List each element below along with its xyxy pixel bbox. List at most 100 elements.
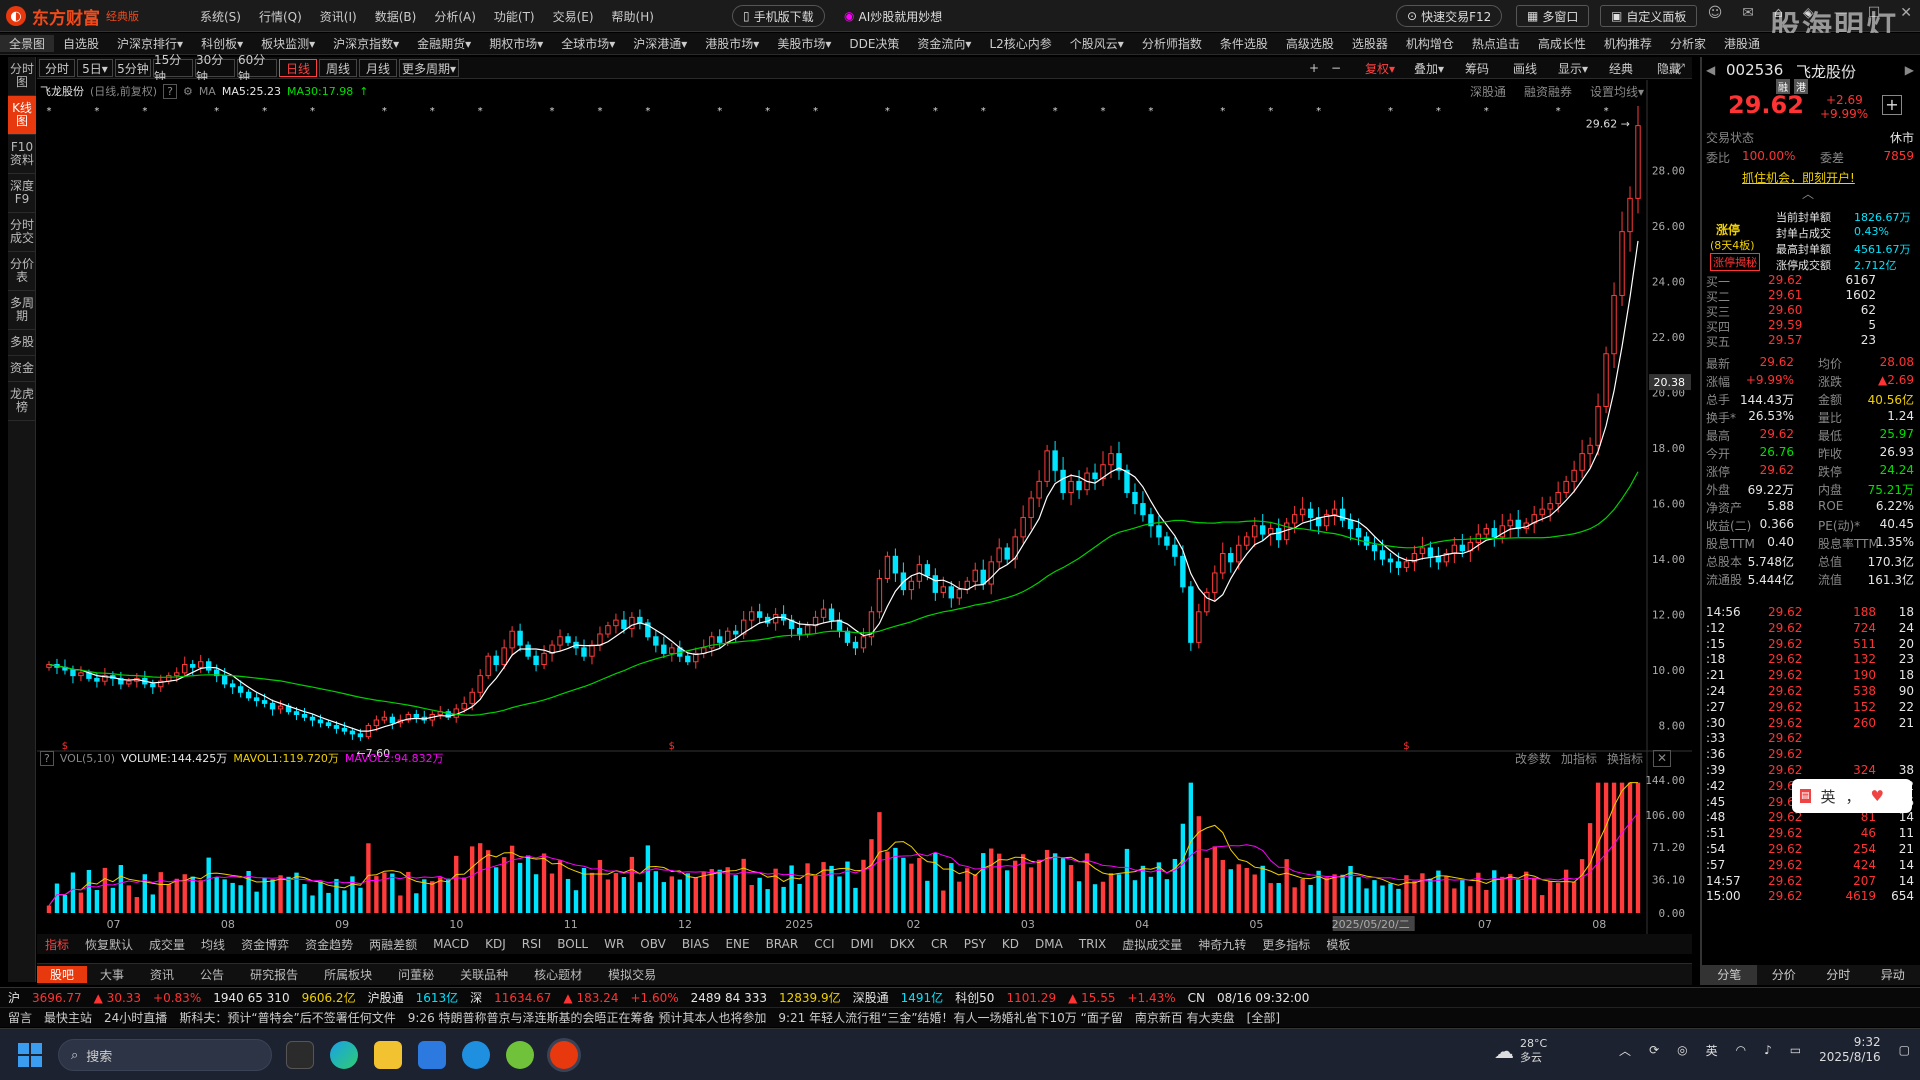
zoom-in-icon[interactable]: + (1305, 59, 1323, 77)
indicator-16[interactable]: CCI (806, 937, 842, 951)
multi-window-button[interactable]: ▦ 多窗口 (1516, 5, 1590, 27)
nav-item-14[interactable]: L2核心内参 (980, 35, 1060, 52)
period-8[interactable]: 月线 (359, 59, 397, 77)
event-marker[interactable]: * (597, 106, 602, 117)
news-item-1[interactable]: 最快主站 (44, 1009, 104, 1026)
help-icon[interactable]: ? (163, 83, 177, 99)
left-tab-5[interactable]: 分价表 (8, 252, 36, 291)
menu-item-5[interactable]: 功能(T) (494, 8, 535, 25)
left-tab-1[interactable]: K线图 (8, 96, 36, 135)
eastmoney-app-icon[interactable] (550, 1041, 578, 1069)
quote-tab-2[interactable]: 分时 (1811, 965, 1866, 985)
event-marker[interactable]: * (46, 106, 51, 117)
indicator-27[interactable]: 模板 (1318, 936, 1358, 953)
menu-item-3[interactable]: 数据(B) (375, 8, 417, 25)
left-tab-7[interactable]: 多股 (8, 330, 36, 356)
nav-item-13[interactable]: 资金流向▾ (908, 35, 980, 52)
indicator-1[interactable]: 恢复默认 (77, 936, 141, 953)
nav-item-1[interactable]: 自选股 (54, 35, 108, 52)
chart-tool-3[interactable]: 画线 (1503, 59, 1547, 77)
vol-link-1[interactable]: 加指标 (1561, 750, 1597, 767)
app-tray-icon[interactable]: ◎ (1677, 1043, 1687, 1057)
vol-help-icon[interactable]: ? (40, 750, 54, 766)
nav-item-19[interactable]: 选股器 (1343, 35, 1397, 52)
menu-item-2[interactable]: 资讯(I) (320, 8, 357, 25)
indicator-22[interactable]: DMA (1027, 937, 1071, 951)
event-marker[interactable]: * (430, 106, 435, 117)
period-7[interactable]: 周线 (319, 59, 357, 77)
lang-indicator[interactable]: 英 (1706, 1042, 1718, 1059)
event-marker[interactable]: * (1148, 106, 1153, 117)
menu-item-1[interactable]: 行情(Q) (259, 8, 302, 25)
info-tab-5[interactable]: 所属板块 (311, 966, 385, 983)
vol-link-0[interactable]: 改参数 (1515, 750, 1551, 767)
chart-tool-2[interactable]: 筹码 (1455, 59, 1499, 77)
nav-item-23[interactable]: 机构推荐 (1595, 35, 1661, 52)
period-4[interactable]: 30分钟 (195, 53, 235, 84)
indicator-7[interactable]: MACD (425, 937, 477, 951)
left-tab-2[interactable]: F10资料 (8, 135, 36, 174)
indicator-9[interactable]: RSI (514, 937, 550, 951)
period-6[interactable]: 日线 (279, 59, 317, 77)
nav-item-8[interactable]: 全球市场▾ (552, 35, 624, 52)
browser-icon[interactable] (506, 1041, 534, 1069)
indicator-12[interactable]: OBV (632, 937, 674, 951)
event-marker[interactable]: * (142, 106, 147, 117)
indicator-21[interactable]: KD (994, 937, 1027, 951)
mobile-download-button[interactable]: ▯ 手机版下载 (732, 5, 825, 27)
event-marker[interactable]: * (1388, 106, 1393, 117)
nav-item-11[interactable]: 美股市场▾ (768, 35, 840, 52)
volume-icon[interactable]: ♪ (1764, 1043, 1772, 1057)
bid-price-3[interactable]: 29.59 (1768, 318, 1802, 332)
event-marker[interactable]: * (478, 106, 483, 117)
event-marker[interactable]: * (262, 106, 267, 117)
news-item-5[interactable]: 9:21 年轻人流行租“三金”结婚！有人一场婚礼省下10万 “面子留 (778, 1009, 1135, 1026)
limit-up-reveal-button[interactable]: 涨停揭秘 (1710, 253, 1760, 271)
event-marker[interactable]: * (1604, 106, 1609, 117)
taskbar-search[interactable]: ⌕ 搜索 (58, 1039, 272, 1071)
menu-item-7[interactable]: 帮助(H) (612, 8, 654, 25)
news-item-6[interactable]: 南京新百 有大卖盘 (1135, 1009, 1247, 1026)
news-item-4[interactable]: 9:26 特朗普称普京与泽连斯基的会晤正在筹备 预计其本人也将参加 (408, 1009, 779, 1026)
nav-item-24[interactable]: 分析家 (1661, 35, 1715, 52)
period-1[interactable]: 5日▾ (77, 59, 113, 77)
info-tab-3[interactable]: 公告 (187, 966, 237, 983)
vol-close-icon[interactable]: ✕ (1653, 750, 1672, 767)
bid-price-1[interactable]: 29.61 (1768, 288, 1802, 302)
indicator-18[interactable]: DKX (882, 937, 923, 951)
left-tab-8[interactable]: 资金 (8, 356, 36, 382)
menu-item-4[interactable]: 分析(A) (434, 8, 476, 25)
chart-tool-0[interactable]: 复权▾ (1357, 59, 1403, 77)
info-tab-6[interactable]: 问董秘 (385, 966, 447, 983)
nav-item-2[interactable]: 沪深京排行▾ (108, 35, 192, 52)
prev-stock-icon[interactable]: ◀ (1706, 63, 1715, 77)
indicator-3[interactable]: 均线 (193, 936, 233, 953)
left-tab-0[interactable]: 分时图 (8, 57, 36, 96)
chart-tool-5[interactable]: 经典 (1599, 59, 1643, 77)
left-tab-6[interactable]: 多周期 (8, 291, 36, 330)
nav-item-0[interactable]: 全景图 (0, 35, 55, 52)
period-2[interactable]: 5分钟 (115, 59, 151, 77)
open-account-link[interactable]: 抓住机会，即刻开户! (1742, 169, 1855, 186)
quote-tab-0[interactable]: 分笔 (1702, 965, 1757, 985)
nav-item-3[interactable]: 科创板▾ (192, 35, 252, 52)
user-icon[interactable]: ☺ (1708, 5, 1723, 21)
chart-link-1[interactable]: 融资融券 (1524, 83, 1572, 100)
file-explorer-icon[interactable] (374, 1041, 402, 1069)
chart-tool-1[interactable]: 叠加▾ (1407, 59, 1451, 77)
event-marker[interactable]: * (550, 106, 555, 117)
ai-button[interactable]: ◉ AI炒股就用妙想 (834, 5, 952, 27)
nav-item-4[interactable]: 板块监测▾ (252, 35, 324, 52)
event-marker[interactable]: * (717, 106, 722, 117)
nav-item-18[interactable]: 高级选股 (1277, 35, 1343, 52)
nav-item-15[interactable]: 个股风云▾ (1061, 35, 1133, 52)
menu-item-6[interactable]: 交易(E) (553, 8, 594, 25)
period-9[interactable]: 更多周期▾ (399, 59, 459, 77)
windows-start-icon[interactable] (18, 1043, 42, 1067)
edge-icon[interactable] (330, 1041, 358, 1069)
store-icon[interactable] (418, 1041, 446, 1069)
indicator-2[interactable]: 成交量 (141, 936, 193, 953)
period-5[interactable]: 60分钟 (237, 53, 277, 84)
nav-item-21[interactable]: 热点追击 (1463, 35, 1529, 52)
nav-item-22[interactable]: 高成长性 (1529, 35, 1595, 52)
